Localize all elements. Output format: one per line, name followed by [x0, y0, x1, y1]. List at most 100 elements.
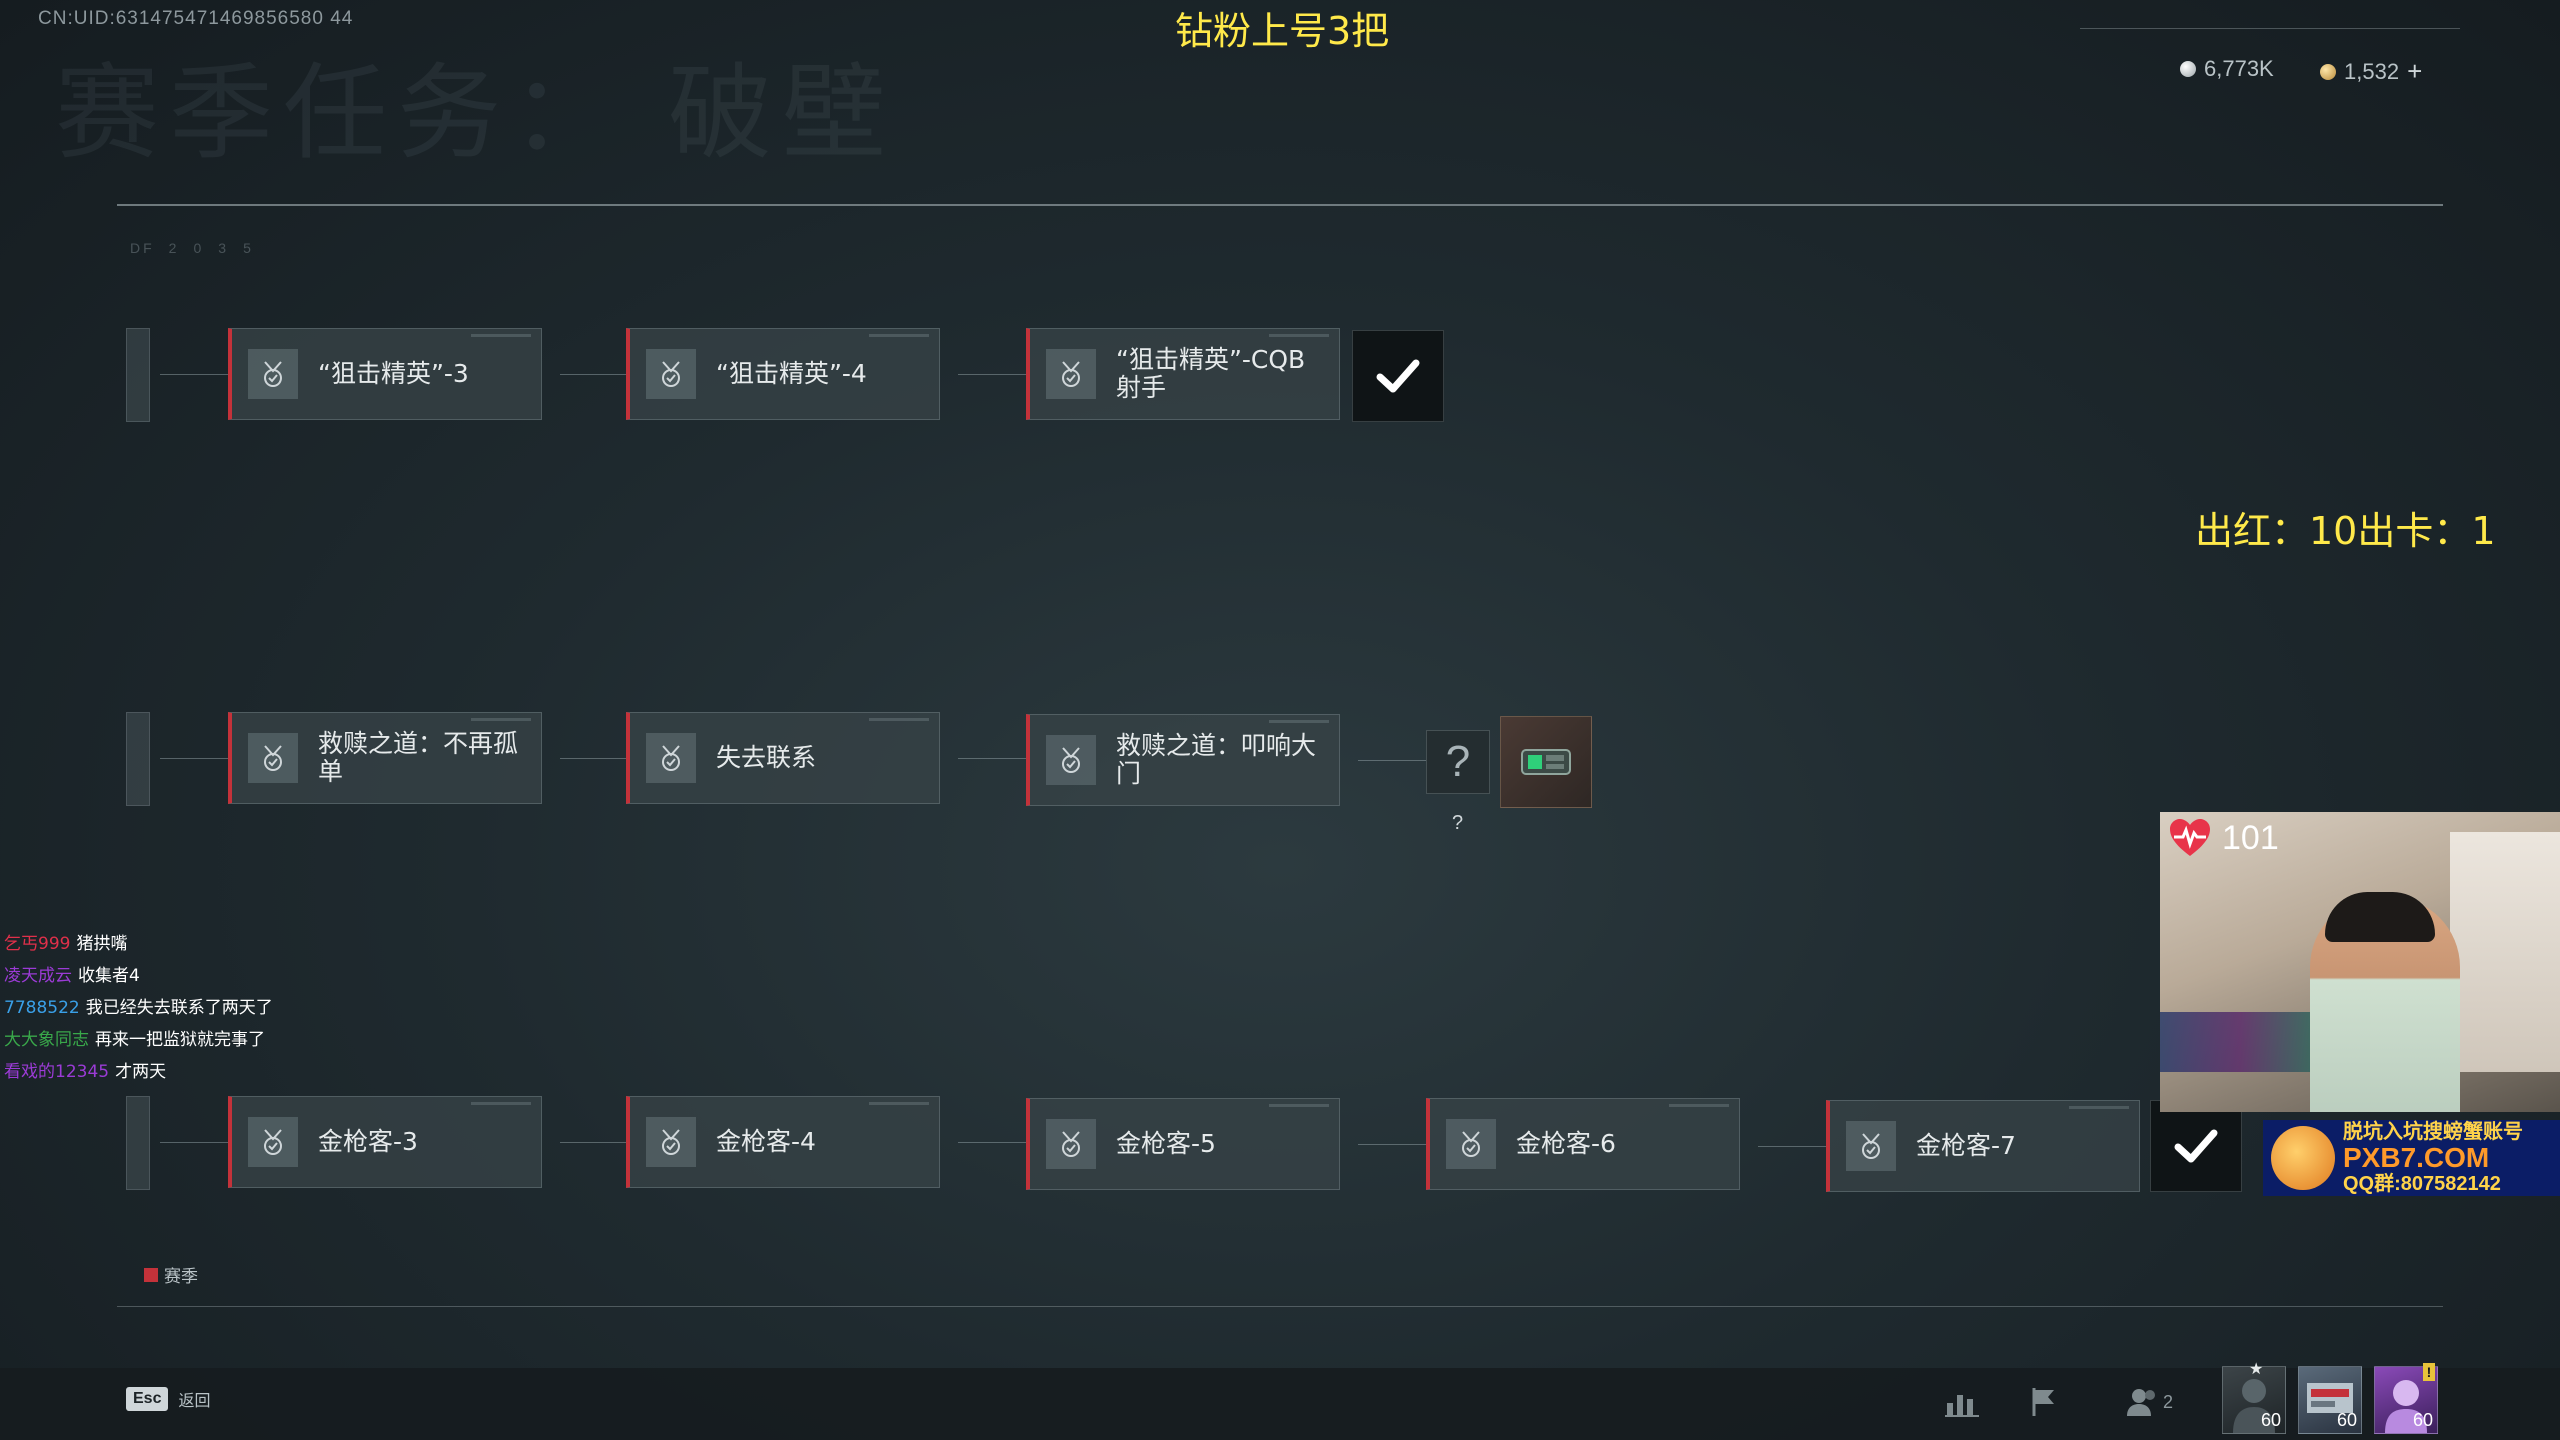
streamer-hair — [2325, 892, 2435, 942]
slot-level: 60 — [2260, 1410, 2281, 1430]
task-card[interactable]: 金枪客-6 — [1426, 1098, 1740, 1190]
medal-icon — [646, 733, 696, 783]
chat-line: 7788522 我已经失去联系了两天了 — [4, 993, 273, 1018]
star-icon: ★ — [2249, 1361, 2264, 1378]
task-label: 金枪客-4 — [716, 1127, 816, 1156]
flag-icon — [2032, 1388, 2054, 1416]
task-card[interactable]: 救赎之道：不再孤单 — [228, 712, 542, 804]
task-card[interactable]: “狙击精英”-CQB射手 — [1026, 328, 1340, 420]
ad-banner: 脱坑入坑搜螃蟹账号 PXB7.COM QQ群:807582142 — [2263, 1120, 2560, 1196]
task-card[interactable]: 失去联系 — [626, 712, 940, 804]
page-title-watermark: 赛季任务： 破壁 — [55, 52, 897, 174]
friends-button[interactable]: 2 — [2116, 1380, 2182, 1424]
ad-text: 脱坑入坑搜螃蟹账号 PXB7.COM QQ群:807582142 — [2343, 1119, 2523, 1197]
back-label: 返回 — [178, 1393, 211, 1410]
faint-number: 3 — [218, 240, 230, 256]
ad-line-2: PXB7.COM — [2343, 1142, 2490, 1173]
season-color-swatch — [144, 1267, 158, 1282]
flag-button[interactable] — [2022, 1380, 2066, 1424]
unknown-hint: ? — [1452, 812, 1464, 834]
season-legend: 赛季 — [144, 1262, 198, 1287]
task-card[interactable]: 金枪客-7 — [1826, 1100, 2140, 1192]
profile-slot[interactable]: 60 — [2298, 1366, 2362, 1434]
bar-chart-icon — [1945, 1395, 1979, 1417]
task-card[interactable]: 金枪客-4 — [626, 1096, 940, 1188]
chat-username: 凌天成云 — [4, 966, 72, 986]
chat-username: 看戏的12345 — [4, 1062, 110, 1082]
chat-line: 乞丐999 猪拱嘴 — [4, 929, 127, 954]
chat-line: 大大象同志 再来一把监狱就完事了 — [4, 1025, 265, 1050]
stats-button[interactable] — [1940, 1380, 1984, 1424]
checkmark-icon — [2174, 1129, 2218, 1163]
medal-icon — [646, 1117, 696, 1167]
streamer-webcam: 101 — [2160, 812, 2560, 1112]
top-right-divider — [2080, 28, 2460, 29]
task-label: 金枪客-7 — [1916, 1131, 2016, 1160]
medal-icon — [1446, 1119, 1496, 1169]
currency-gold-value: 1,532 — [2344, 58, 2400, 84]
reward-item-slot[interactable] — [1500, 716, 1592, 808]
connector-line — [958, 374, 1026, 375]
chat-username: 大大象同志 — [4, 1030, 89, 1050]
rgb-keyboard — [2160, 1012, 2320, 1072]
gadget-item-icon — [1521, 749, 1571, 775]
currency-gold: 1,532 + — [2320, 56, 2422, 87]
medal-icon — [248, 349, 298, 399]
row-stub — [126, 328, 150, 422]
add-currency-button[interactable]: + — [2407, 56, 2422, 87]
player-uid: CN:UID:631475471469856580 44 — [38, 8, 354, 29]
chat-username: 乞丐999 — [4, 934, 71, 954]
connector-line — [1758, 1146, 1826, 1147]
task-card[interactable]: 金枪客-3 — [228, 1096, 542, 1188]
medal-icon — [248, 1117, 298, 1167]
task-card[interactable]: 金枪客-5 — [1026, 1098, 1340, 1190]
reward-complete[interactable] — [1352, 330, 1444, 422]
task-card[interactable]: “狙击精英”-4 — [626, 328, 940, 420]
task-label: 金枪客-6 — [1516, 1129, 1616, 1158]
back-button[interactable]: Esc 返回 — [126, 1387, 210, 1411]
heart-rate-icon — [2170, 819, 2210, 856]
task-label: 救赎之道：叩响大门 — [1116, 731, 1317, 788]
profile-slot[interactable]: ! 60 — [2374, 1363, 2438, 1434]
connector-line — [160, 758, 228, 759]
panel-top-border — [117, 204, 2443, 206]
checkmark-icon — [1376, 359, 1420, 393]
chat-message: 再来一把监狱就完事了 — [95, 1030, 265, 1050]
crab-mascot-icon — [2271, 1126, 2335, 1190]
task-label: “狙击精英”-4 — [716, 359, 867, 388]
connector-line — [1358, 1144, 1426, 1145]
chat-username: 7788522 — [4, 998, 80, 1018]
panel-bottom-border — [117, 1306, 2443, 1307]
row-stub — [126, 1096, 150, 1190]
chat-message: 猪拱嘴 — [76, 934, 128, 954]
task-label: “狙击精英”-CQB射手 — [1116, 345, 1306, 402]
reward-complete[interactable] — [2150, 1100, 2242, 1192]
chat-message: 才两天 — [115, 1062, 167, 1082]
faint-tab-df: DF — [130, 240, 155, 256]
faint-number: 0 — [193, 240, 205, 256]
faint-number: 2 — [168, 240, 180, 256]
red-stat-overlay: 出红：10出卡：1 — [2195, 509, 2496, 553]
heart-rate-value: 101 — [2222, 818, 2279, 857]
task-label: 金枪客-5 — [1116, 1129, 1216, 1158]
unknown-reward-box[interactable]: ? — [1426, 730, 1490, 794]
chat-line: 看戏的12345 才两天 — [4, 1057, 166, 1082]
task-label: “狙击精英”-3 — [318, 359, 469, 388]
silver-coin-icon — [2180, 61, 2196, 77]
medal-icon — [646, 349, 696, 399]
task-card[interactable]: “狙击精英”-3 — [228, 328, 542, 420]
connector-line — [1358, 760, 1426, 761]
task-label: 救赎之道：不再孤单 — [318, 729, 519, 786]
medal-icon — [1046, 1119, 1096, 1169]
task-card[interactable]: 救赎之道：叩响大门 — [1026, 714, 1340, 806]
currency-silver: 6,773K — [2180, 56, 2274, 82]
connector-line — [560, 1142, 626, 1143]
task-label: 失去联系 — [716, 743, 817, 772]
faint-number: 5 — [243, 240, 254, 256]
connector-line — [160, 1142, 228, 1143]
chat-message: 收集者4 — [78, 966, 140, 986]
profile-slot[interactable]: ★ 60 — [2222, 1361, 2286, 1434]
friends-count: 2 — [2162, 1391, 2173, 1412]
gold-coin-icon — [2320, 63, 2336, 80]
medal-icon — [1046, 735, 1096, 785]
